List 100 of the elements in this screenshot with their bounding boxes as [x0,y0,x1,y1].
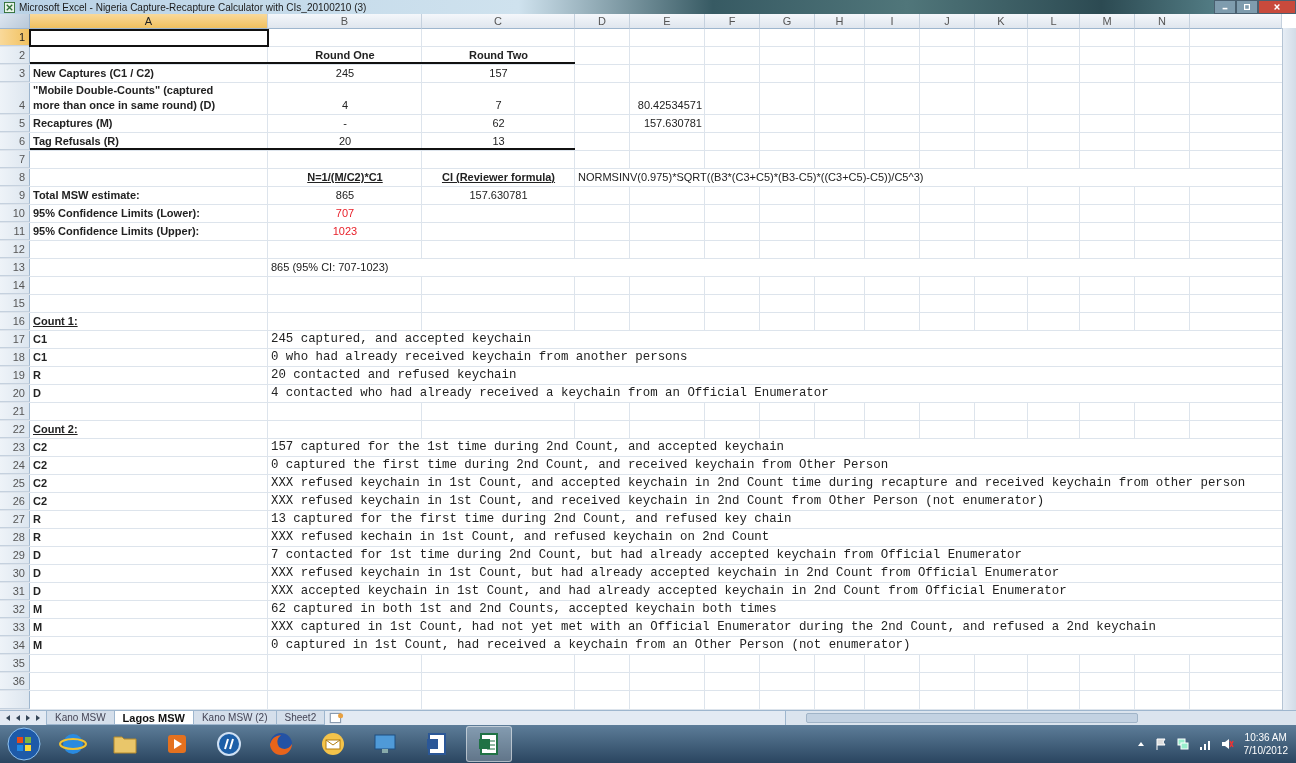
section-heading: Count 1: [33,314,78,329]
row-header[interactable]: 28 [0,529,30,546]
column-header[interactable]: H [815,14,865,29]
window-title: Microsoft Excel - Nigeria Capture-Recapture Calculator with CIs_20100210 (3) [19,1,367,13]
row-label: C2 [33,458,48,473]
flag-icon[interactable] [1153,737,1168,751]
column-header[interactable]: I [865,14,920,29]
row-header[interactable]: 11 [0,223,30,240]
row-header[interactable]: 33 [0,619,30,636]
column-header[interactable]: D [575,14,630,29]
row-label: M [33,638,43,653]
table-cell: 80.42534571 [637,98,702,113]
row-header[interactable]: 27 [0,511,30,528]
note-text: XXX refused kechain in 1st Count, and refused keychain on 2nd Count [271,530,770,545]
column-header[interactable]: C [422,14,575,29]
row-header[interactable]: 23 [0,439,30,456]
row-header[interactable]: 9 [0,187,30,204]
horizontal-scrollbar[interactable] [785,711,1296,725]
clock[interactable]: 10:36 AM 7/10/2012 [1241,731,1290,757]
table-cell: 865 [335,188,355,203]
row-header[interactable]: 22 [0,421,30,438]
active-cell[interactable] [29,29,269,47]
row-header[interactable]: 29 [0,547,30,564]
row-header[interactable]: 12 [0,241,30,258]
note-text: 0 captured the first time during 2nd Count, and received keychain from Other Person [271,458,889,473]
row-header[interactable]: 30 [0,565,30,582]
sheet-tab[interactable]: Sheet2 [275,711,326,725]
table-cell: 707 [335,206,355,221]
note-text: 245 captured, and accepted keychain [271,332,532,347]
start-button[interactable] [4,725,44,763]
table-cell: 245 [335,66,355,81]
table-cell: - [343,116,347,131]
formula-heading: CI (Reviewer formula) [441,170,556,185]
column-header[interactable]: J [920,14,975,29]
close-button[interactable] [1258,0,1296,14]
maximize-button[interactable] [1236,0,1258,14]
network-icon[interactable] [1175,737,1190,751]
column-header[interactable]: G [760,14,815,29]
row-header[interactable]: 26 [0,493,30,510]
note-text: XXX accepted keychain in 1st Count, and had already accepted keychain in 2nd Count from Official Enumerator [271,584,1067,599]
column-header[interactable]: L [1028,14,1080,29]
row-label: M [33,602,43,617]
row-header[interactable]: 4 [0,83,30,114]
new-sheet-icon[interactable] [328,712,345,724]
column-header[interactable]: B [268,14,422,29]
note-text: 13 captured for the first time during 2nd Count, and refused key chain [271,512,792,527]
sheet-tab[interactable]: Kano MSW [46,711,115,725]
row-header[interactable]: 32 [0,601,30,618]
row-label: 95% Confidence Limits (Lower): [33,206,200,221]
row-header[interactable]: 34 [0,637,30,654]
row-header[interactable]: 3 [0,65,30,82]
speaker-icon[interactable] [1219,737,1234,751]
row-label: C2 [33,476,48,491]
row-header[interactable]: 2 [0,47,30,64]
note-text: 7 contacted for 1st time during 2nd Count, but had already accepted keychain from Official Enumerator [271,548,1022,563]
row-header[interactable]: 24 [0,457,30,474]
row-header[interactable]: 14 [0,277,30,294]
taskbar-button[interactable] [466,726,512,762]
row-header[interactable]: 18 [0,349,30,366]
table-cell: 865 (95% CI: 707-1023) [271,260,389,275]
row-header[interactable]: 6 [0,133,30,150]
column-header[interactable]: F [705,14,760,29]
envelope-icon [319,730,347,758]
row-header[interactable]: 13 [0,259,30,276]
row-header[interactable]: 15 [0,295,30,312]
row-header[interactable]: 17 [0,331,30,348]
round-logo-icon [215,730,243,758]
row-label: C1 [33,350,48,365]
row-header[interactable]: 8 [0,169,30,186]
vertical-scrollbar[interactable] [1282,28,1296,710]
row-header[interactable]: 7 [0,151,30,168]
row-header[interactable]: 31 [0,583,30,600]
table-cell: NORMSINV(0.975)*SQRT((B3*(C3+C5)*(B3-C5)*((C3+C5)-C5))/C5^3) [578,170,924,185]
row-header[interactable]: 5 [0,115,30,132]
column-header[interactable]: K [975,14,1028,29]
row-label: C2 [33,440,48,455]
row-header[interactable]: 35 [0,655,30,672]
row-header[interactable]: 19 [0,367,30,384]
column-header[interactable]: N [1135,14,1190,29]
row-label: Total MSW estimate: [33,188,140,203]
row-header[interactable]: 36 [0,673,30,690]
sheet-tab[interactable]: Kano MSW (2) [192,711,277,725]
column-header[interactable]: M [1080,14,1135,29]
row-header[interactable]: 10 [0,205,30,222]
row-header[interactable]: 16 [0,313,30,330]
note-text: 0 who had already received keychain from another persons [271,350,688,365]
note-text: XXX refused keychain in 1st Count, but had already accepted keychain in 2nd Count from Official Enumerator [271,566,1060,581]
close-icon [1272,3,1282,11]
row-header[interactable]: 25 [0,475,30,492]
column-header[interactable]: E [630,14,705,29]
start-orb-icon [7,727,41,761]
sheet-tab[interactable]: Lagos MSW [113,711,194,725]
minimize-button[interactable] [1214,0,1236,14]
column-header[interactable]: A [30,14,268,29]
row-label: D [33,566,41,581]
row-header[interactable]: 21 [0,403,30,420]
table-cell: 4 [341,98,349,113]
row-header[interactable]: 20 [0,385,30,402]
spreadsheet-icon [4,1,15,13]
row-header[interactable]: 1 [0,29,30,46]
